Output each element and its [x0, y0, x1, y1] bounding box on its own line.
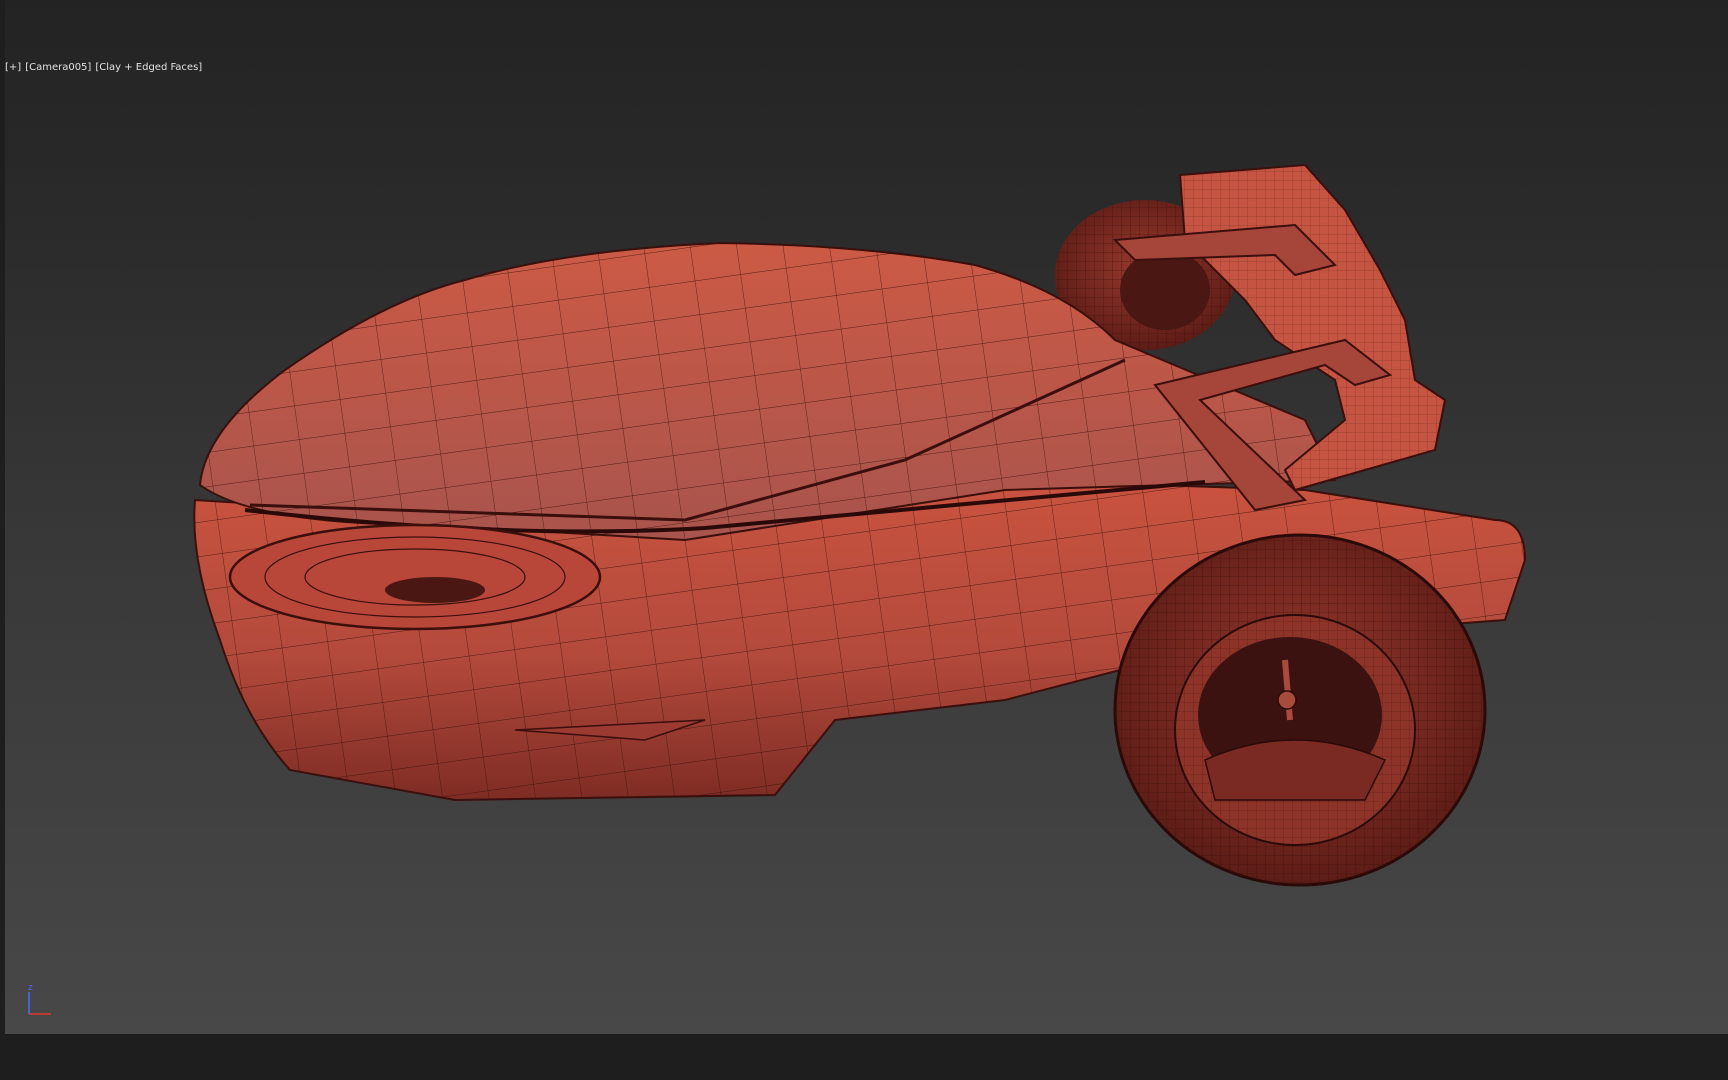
- viewport-menu-button[interactable]: [+]: [5, 62, 21, 78]
- vehicle-model[interactable]: [5, 0, 1728, 1034]
- shading-mode-selector[interactable]: [Clay + Edged Faces]: [95, 62, 202, 78]
- side-intake: [228, 523, 602, 631]
- camera-selector[interactable]: [Camera005]: [25, 62, 91, 78]
- perspective-viewport[interactable]: Z: [5, 0, 1728, 1034]
- axis-z-label: Z: [28, 984, 33, 992]
- front-wheel[interactable]: [1113, 533, 1487, 887]
- axis-gizmo: Z: [28, 984, 51, 1015]
- viewport-border-bottom: [0, 1034, 1728, 1080]
- viewport-label: [+] [Camera005] [Clay + Edged Faces]: [5, 62, 202, 78]
